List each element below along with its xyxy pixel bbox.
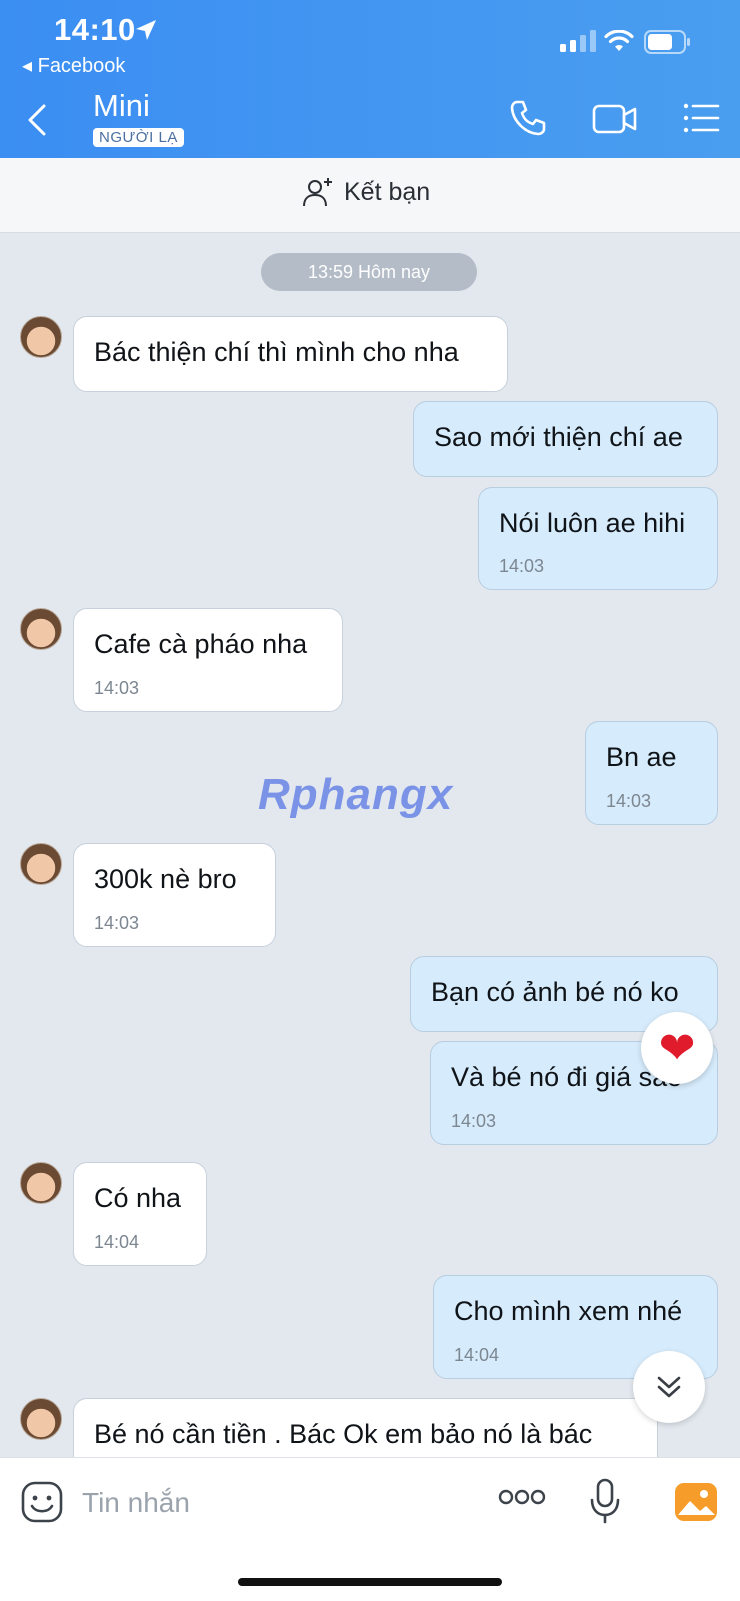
- message-text: Có nha: [94, 1183, 182, 1213]
- phone-icon[interactable]: [508, 98, 548, 138]
- message-input[interactable]: [80, 1480, 464, 1526]
- message-text: Sao mới thiện chí ae: [434, 422, 683, 452]
- avatar[interactable]: [20, 843, 62, 885]
- chevron-double-down-icon: [657, 1376, 681, 1398]
- back-to-app-link[interactable]: ◂ Facebook: [22, 53, 125, 78]
- message-text: 300k nè bro: [94, 864, 237, 894]
- status-time: 14:10: [54, 12, 136, 47]
- message-text: Bé nó cần tiền . Bác Ok em bảo nó là bác: [94, 1419, 593, 1449]
- message-text: Bạn có ảnh bé nó ko: [431, 977, 679, 1007]
- video-icon[interactable]: [592, 98, 638, 138]
- message-bubble[interactable]: Có nha 14:04: [73, 1162, 207, 1266]
- emoji-icon[interactable]: [20, 1480, 64, 1524]
- battery-icon: [644, 30, 690, 54]
- message-text: Cho mình xem nhé: [454, 1296, 683, 1326]
- message-bubble[interactable]: Sao mới thiện chí ae: [413, 401, 718, 477]
- wifi-icon: [604, 30, 634, 51]
- add-friend-bar: Kết bạn: [0, 158, 740, 233]
- menu-icon[interactable]: [682, 98, 720, 138]
- add-person-icon: [303, 178, 332, 207]
- location-arrow-icon: [136, 20, 156, 40]
- heart-reaction-button[interactable]: ❤: [641, 1012, 713, 1084]
- stranger-badge: NGƯỜI LẠ: [93, 128, 184, 147]
- message-time: 14:03: [451, 1111, 497, 1131]
- avatar[interactable]: [20, 1398, 62, 1440]
- avatar[interactable]: [20, 1162, 62, 1204]
- message-text: Bn ae: [606, 742, 677, 772]
- message-bubble[interactable]: Bn ae 14:03: [585, 721, 718, 825]
- signal-icon: [560, 30, 596, 52]
- message-text: Bác thiện chí thì mình cho nha: [94, 337, 459, 367]
- scroll-to-bottom-button[interactable]: [633, 1351, 705, 1423]
- mic-icon[interactable]: [590, 1478, 620, 1524]
- message-bubble[interactable]: Cafe cà pháo nha 14:03: [73, 608, 343, 712]
- message-time: 14:03: [94, 913, 140, 933]
- message-text: Cafe cà pháo nha: [94, 629, 308, 659]
- add-friend-button[interactable]: Kết bạn: [302, 176, 430, 208]
- message-time: 14:04: [94, 1232, 140, 1252]
- avatar[interactable]: [20, 608, 62, 650]
- back-icon[interactable]: [24, 100, 48, 140]
- message-bubble[interactable]: 300k nè bro 14:03: [73, 843, 276, 947]
- contact-name[interactable]: Mini: [93, 88, 150, 124]
- message-time: 14:03: [94, 678, 140, 698]
- chat-header: 14:10 ◂ Facebook Mini NGƯỜI LẠ: [0, 0, 740, 158]
- message-bubble[interactable]: Bác thiện chí thì mình cho nha: [73, 316, 508, 392]
- message-bubble[interactable]: Nói luôn ae hihi 14:03: [478, 487, 718, 590]
- more-icon[interactable]: [498, 1488, 546, 1506]
- watermark: Rphangx: [258, 770, 454, 819]
- photo-icon[interactable]: [674, 1482, 718, 1522]
- message-time: 14:04: [454, 1345, 500, 1365]
- home-indicator: [238, 1578, 502, 1586]
- message-time: 14:03: [606, 791, 652, 811]
- avatar[interactable]: [20, 316, 62, 358]
- add-friend-label: Kết bạn: [344, 177, 431, 206]
- message-time: 14:03: [499, 556, 545, 576]
- day-separator: 13:59 Hôm nay: [261, 253, 477, 291]
- message-text: Nói luôn ae hihi: [499, 508, 686, 538]
